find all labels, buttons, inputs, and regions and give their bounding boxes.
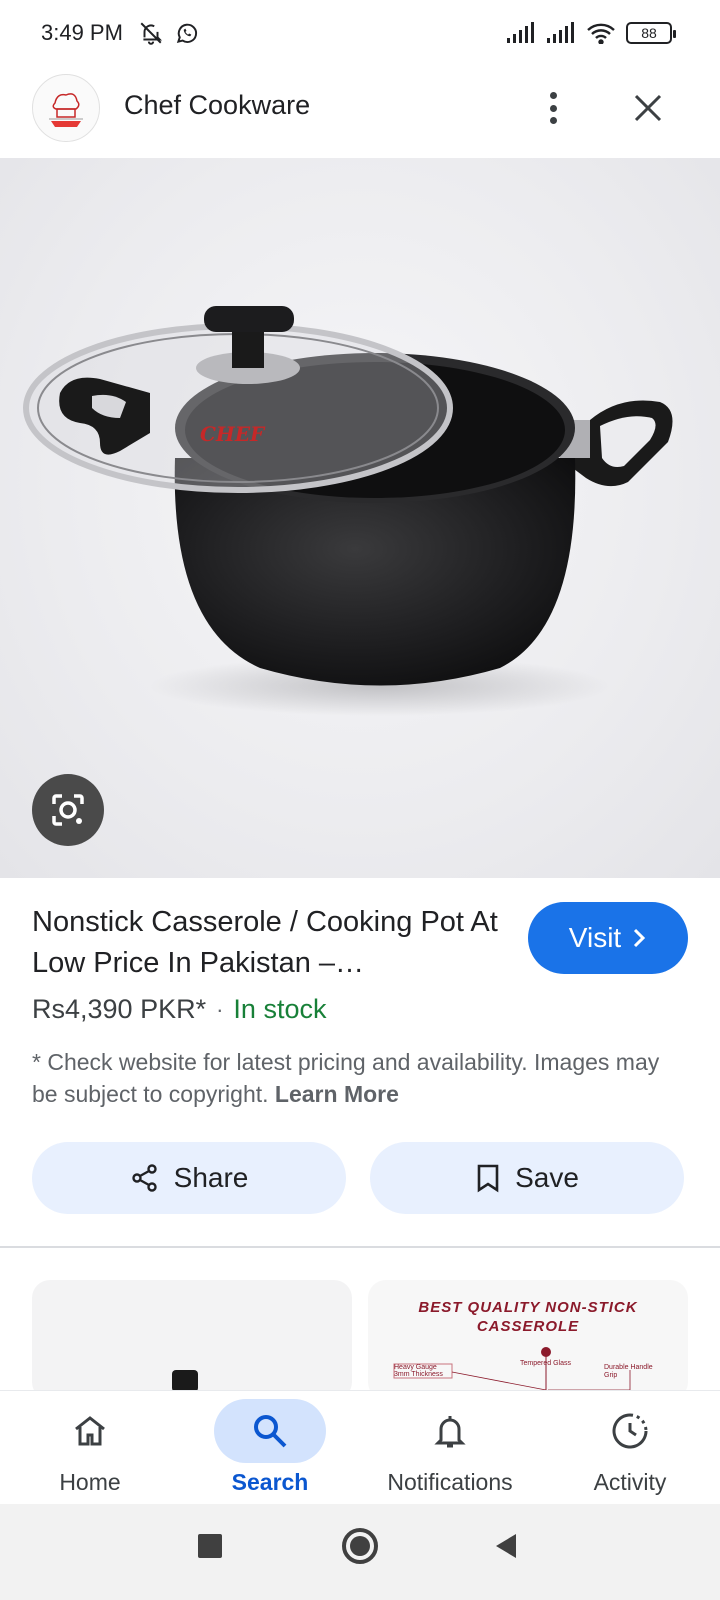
nav-activity-label: Activity xyxy=(593,1469,667,1495)
stock-status: In stock xyxy=(233,994,327,1024)
site-name[interactable]: Chef Cookware xyxy=(124,90,310,121)
nav-search-label: Search xyxy=(231,1469,309,1495)
nav-home-label: Home xyxy=(59,1469,121,1495)
product-image[interactable]: CHEF xyxy=(0,158,720,878)
visit-button[interactable]: Visit xyxy=(528,902,688,974)
related-image-2[interactable]: Best Quality Non-Stick Casserole Heavy G… xyxy=(368,1280,688,1400)
site-logo[interactable] xyxy=(32,74,100,142)
related-note-2: Tempered Glass xyxy=(520,1360,571,1367)
chef-logo-icon xyxy=(49,93,83,127)
google-lens-icon xyxy=(52,794,84,826)
bookmark-icon xyxy=(477,1164,499,1193)
source-header: Chef Cookware xyxy=(0,70,720,158)
chevron-right-icon xyxy=(634,928,646,948)
share-label: Share xyxy=(173,1162,249,1193)
status-bar: 3:49 PM 88 xyxy=(0,0,720,68)
save-button[interactable]: Save xyxy=(370,1142,684,1214)
nav-search[interactable]: Search xyxy=(180,1399,360,1503)
wifi-icon xyxy=(587,23,615,44)
signal-icon xyxy=(507,22,534,43)
home-icon xyxy=(75,1416,105,1446)
whatsapp-icon xyxy=(176,23,198,44)
more-options-icon[interactable] xyxy=(538,88,568,128)
disclaimer: * Check website for latest pricing and a… xyxy=(32,1046,688,1110)
home-button-icon[interactable] xyxy=(340,1526,380,1566)
share-button[interactable]: Share xyxy=(32,1142,346,1214)
mute-notifications-icon xyxy=(140,22,163,45)
svg-text:CHEF: CHEF xyxy=(200,422,266,446)
save-label: Save xyxy=(515,1162,579,1193)
bottom-navigation: Home Search Notifications Activity xyxy=(0,1390,720,1504)
bell-icon xyxy=(434,1416,466,1448)
related-note-1: Heavy Gauge 3mm Thickness xyxy=(394,1364,443,1378)
activity-icon xyxy=(612,1413,648,1449)
related-note-3: Durable Handle Grip xyxy=(604,1364,653,1379)
product-image-icon: CHEF xyxy=(23,306,673,716)
recent-apps-icon[interactable] xyxy=(196,1532,224,1560)
lens-button[interactable] xyxy=(32,774,104,846)
search-icon xyxy=(254,1415,287,1448)
price-line: Rs4,390 PKR* · In stock xyxy=(32,994,326,1025)
related-diagram-icon xyxy=(393,1347,631,1400)
learn-more-link[interactable]: Learn More xyxy=(275,1081,399,1107)
back-button-icon[interactable] xyxy=(492,1532,520,1560)
price: Rs4,390 PKR* xyxy=(32,994,207,1024)
share-icon xyxy=(131,1164,157,1192)
nav-activity[interactable]: Activity xyxy=(540,1399,720,1503)
nav-notifications[interactable]: Notifications xyxy=(360,1399,540,1503)
divider xyxy=(0,1246,720,1248)
system-navigation-bar xyxy=(0,1504,720,1600)
visit-label: Visit xyxy=(568,922,622,953)
status-time: 3:49 PM xyxy=(41,20,123,45)
nav-home[interactable]: Home xyxy=(0,1399,180,1503)
signal-icon-2 xyxy=(547,22,574,43)
nav-notifications-label: Notifications xyxy=(387,1469,513,1495)
related-pot-icon xyxy=(131,1370,243,1400)
product-title[interactable]: Nonstick Casserole / Cooking Pot At Low … xyxy=(32,902,502,984)
price-separator: · xyxy=(216,996,224,1022)
related-image-1[interactable] xyxy=(32,1280,352,1400)
close-icon[interactable] xyxy=(628,88,668,128)
battery-indicator: 88 xyxy=(626,22,676,44)
